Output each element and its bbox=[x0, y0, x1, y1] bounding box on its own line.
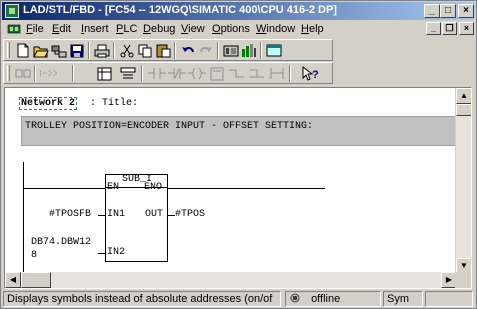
print-icon[interactable] bbox=[93, 42, 111, 59]
eno-connection-line bbox=[168, 188, 325, 189]
in1-pin-label: IN1 bbox=[107, 209, 126, 220]
toolbar-separator bbox=[217, 42, 219, 59]
minimize-button[interactable]: _ bbox=[424, 4, 440, 18]
doc-minimize-button[interactable]: _ bbox=[426, 22, 441, 35]
symbol-table-icon[interactable] bbox=[95, 65, 113, 82]
en-pin-label: EN bbox=[107, 182, 120, 193]
offline-icon bbox=[290, 293, 300, 303]
overview-icon[interactable] bbox=[14, 65, 32, 82]
menu-window[interactable]: Window bbox=[256, 23, 295, 35]
open-branch-icon[interactable] bbox=[228, 65, 246, 82]
en-connection-line bbox=[23, 188, 105, 189]
svg-text:?: ? bbox=[312, 69, 319, 81]
empty-box-icon[interactable] bbox=[208, 65, 226, 82]
menu-plc[interactable]: PLC bbox=[116, 23, 137, 35]
cut-icon[interactable] bbox=[118, 42, 136, 59]
close-branch-icon[interactable] bbox=[248, 65, 266, 82]
in1-operand[interactable]: #TPOSFB bbox=[49, 209, 91, 220]
vertical-scrollbar[interactable]: ▲ ▼ bbox=[455, 88, 471, 274]
menu-debug[interactable]: Debug bbox=[143, 23, 175, 35]
toolbar-separator bbox=[141, 65, 143, 82]
paste-icon[interactable] bbox=[154, 42, 172, 59]
doc-restore-button[interactable]: ❐ bbox=[442, 22, 457, 35]
power-rail bbox=[23, 162, 24, 282]
app-icon[interactable] bbox=[5, 4, 19, 18]
status-message: Displays symbols instead of absolute add… bbox=[3, 291, 281, 307]
toolbar-grip[interactable] bbox=[7, 65, 10, 81]
out-pin-label: OUT bbox=[145, 209, 164, 220]
display-symbols-icon[interactable] bbox=[119, 65, 137, 82]
toolbar-separator bbox=[72, 65, 74, 82]
toolbar-separator bbox=[34, 65, 36, 82]
toolbar-separator bbox=[174, 42, 176, 59]
insert-network-icon[interactable] bbox=[40, 65, 58, 82]
coil-icon[interactable] bbox=[188, 65, 206, 82]
menu-options[interactable]: Options bbox=[212, 23, 250, 35]
toolbar-grip[interactable] bbox=[7, 42, 10, 58]
close-button[interactable]: × bbox=[458, 4, 474, 18]
menu-insert[interactable]: Insert bbox=[81, 23, 109, 35]
copy-icon[interactable] bbox=[136, 42, 154, 59]
network-label[interactable]: Network 2 bbox=[19, 97, 78, 110]
document-icon[interactable] bbox=[7, 23, 22, 35]
contact-no-icon[interactable] bbox=[148, 65, 166, 82]
new-icon[interactable] bbox=[14, 42, 32, 59]
status-display-mode: Sym bbox=[383, 291, 423, 307]
vertical-scroll-thumb[interactable] bbox=[456, 104, 471, 116]
lad-toolbar: ? bbox=[3, 62, 333, 84]
help-pointer-icon[interactable]: ? bbox=[302, 65, 320, 82]
in2-pin-line bbox=[98, 253, 105, 254]
editor-pane[interactable]: Network 2 : Title: TROLLEY POSITION=ENCO… bbox=[4, 87, 472, 289]
maximize-button[interactable]: □ bbox=[440, 4, 456, 18]
network-open-icon[interactable] bbox=[50, 42, 68, 59]
menu-view[interactable]: View bbox=[181, 23, 205, 35]
out-pin-line bbox=[168, 215, 175, 216]
title-bar[interactable]: LAD/STL/FBD - [FC54 -- 12WGQ\SIMATIC 400… bbox=[2, 2, 475, 20]
window-title: LAD/STL/FBD - [FC54 -- 12WGQ\SIMATIC 400… bbox=[23, 4, 337, 16]
redo-icon[interactable] bbox=[197, 42, 215, 59]
application-window: LAD/STL/FBD - [FC54 -- 12WGQ\SIMATIC 400… bbox=[0, 0, 477, 309]
scroll-corner bbox=[455, 272, 471, 288]
status-mode: offline bbox=[311, 293, 341, 305]
menu-edit[interactable]: Edit bbox=[52, 23, 71, 35]
status-mode-panel: offline bbox=[285, 291, 381, 307]
save-icon[interactable] bbox=[68, 42, 86, 59]
open-icon[interactable] bbox=[32, 42, 50, 59]
undo-icon[interactable] bbox=[179, 42, 197, 59]
standard-toolbar bbox=[3, 39, 333, 61]
toolbar-separator bbox=[289, 65, 291, 82]
in2-operand-continued[interactable]: 8 bbox=[31, 250, 37, 261]
scroll-left-icon[interactable]: ◀ bbox=[5, 272, 21, 288]
horizontal-scroll-thumb[interactable] bbox=[21, 272, 51, 288]
network-comment-box[interactable]: TROLLEY POSITION=ENCODER INPUT - OFFSET … bbox=[21, 116, 461, 146]
in2-pin-label: IN2 bbox=[107, 247, 126, 258]
network-comment: TROLLEY POSITION=ENCODER INPUT - OFFSET … bbox=[25, 121, 314, 132]
status-bar: Displays symbols instead of absolute add… bbox=[2, 290, 475, 308]
monitor-icon[interactable] bbox=[240, 42, 258, 59]
download-icon[interactable] bbox=[222, 42, 240, 59]
connection-icon[interactable] bbox=[268, 65, 286, 82]
status-extra-panel bbox=[425, 291, 473, 307]
horizontal-scrollbar[interactable]: ◀ ▶ bbox=[5, 272, 457, 288]
in1-pin-line bbox=[98, 215, 105, 216]
menu-file[interactable]: File bbox=[26, 23, 44, 35]
network-title[interactable]: : Title: bbox=[90, 98, 138, 109]
menu-help[interactable]: Help bbox=[301, 23, 324, 35]
toolbar-separator bbox=[113, 42, 115, 59]
toolbar-separator bbox=[88, 42, 90, 59]
in2-operand[interactable]: DB74.DBW12 bbox=[31, 237, 91, 248]
eno-pin-label: ENO bbox=[144, 182, 163, 193]
window-icon[interactable] bbox=[265, 42, 283, 59]
scroll-up-icon[interactable]: ▲ bbox=[456, 88, 471, 104]
doc-close-button[interactable]: × bbox=[459, 22, 474, 35]
contact-nc-icon[interactable] bbox=[168, 65, 186, 82]
toolbar-separator bbox=[260, 42, 262, 59]
out-operand[interactable]: #TPOS bbox=[175, 209, 205, 220]
menu-bar: File Edit Insert PLC Debug View Options … bbox=[2, 20, 475, 38]
